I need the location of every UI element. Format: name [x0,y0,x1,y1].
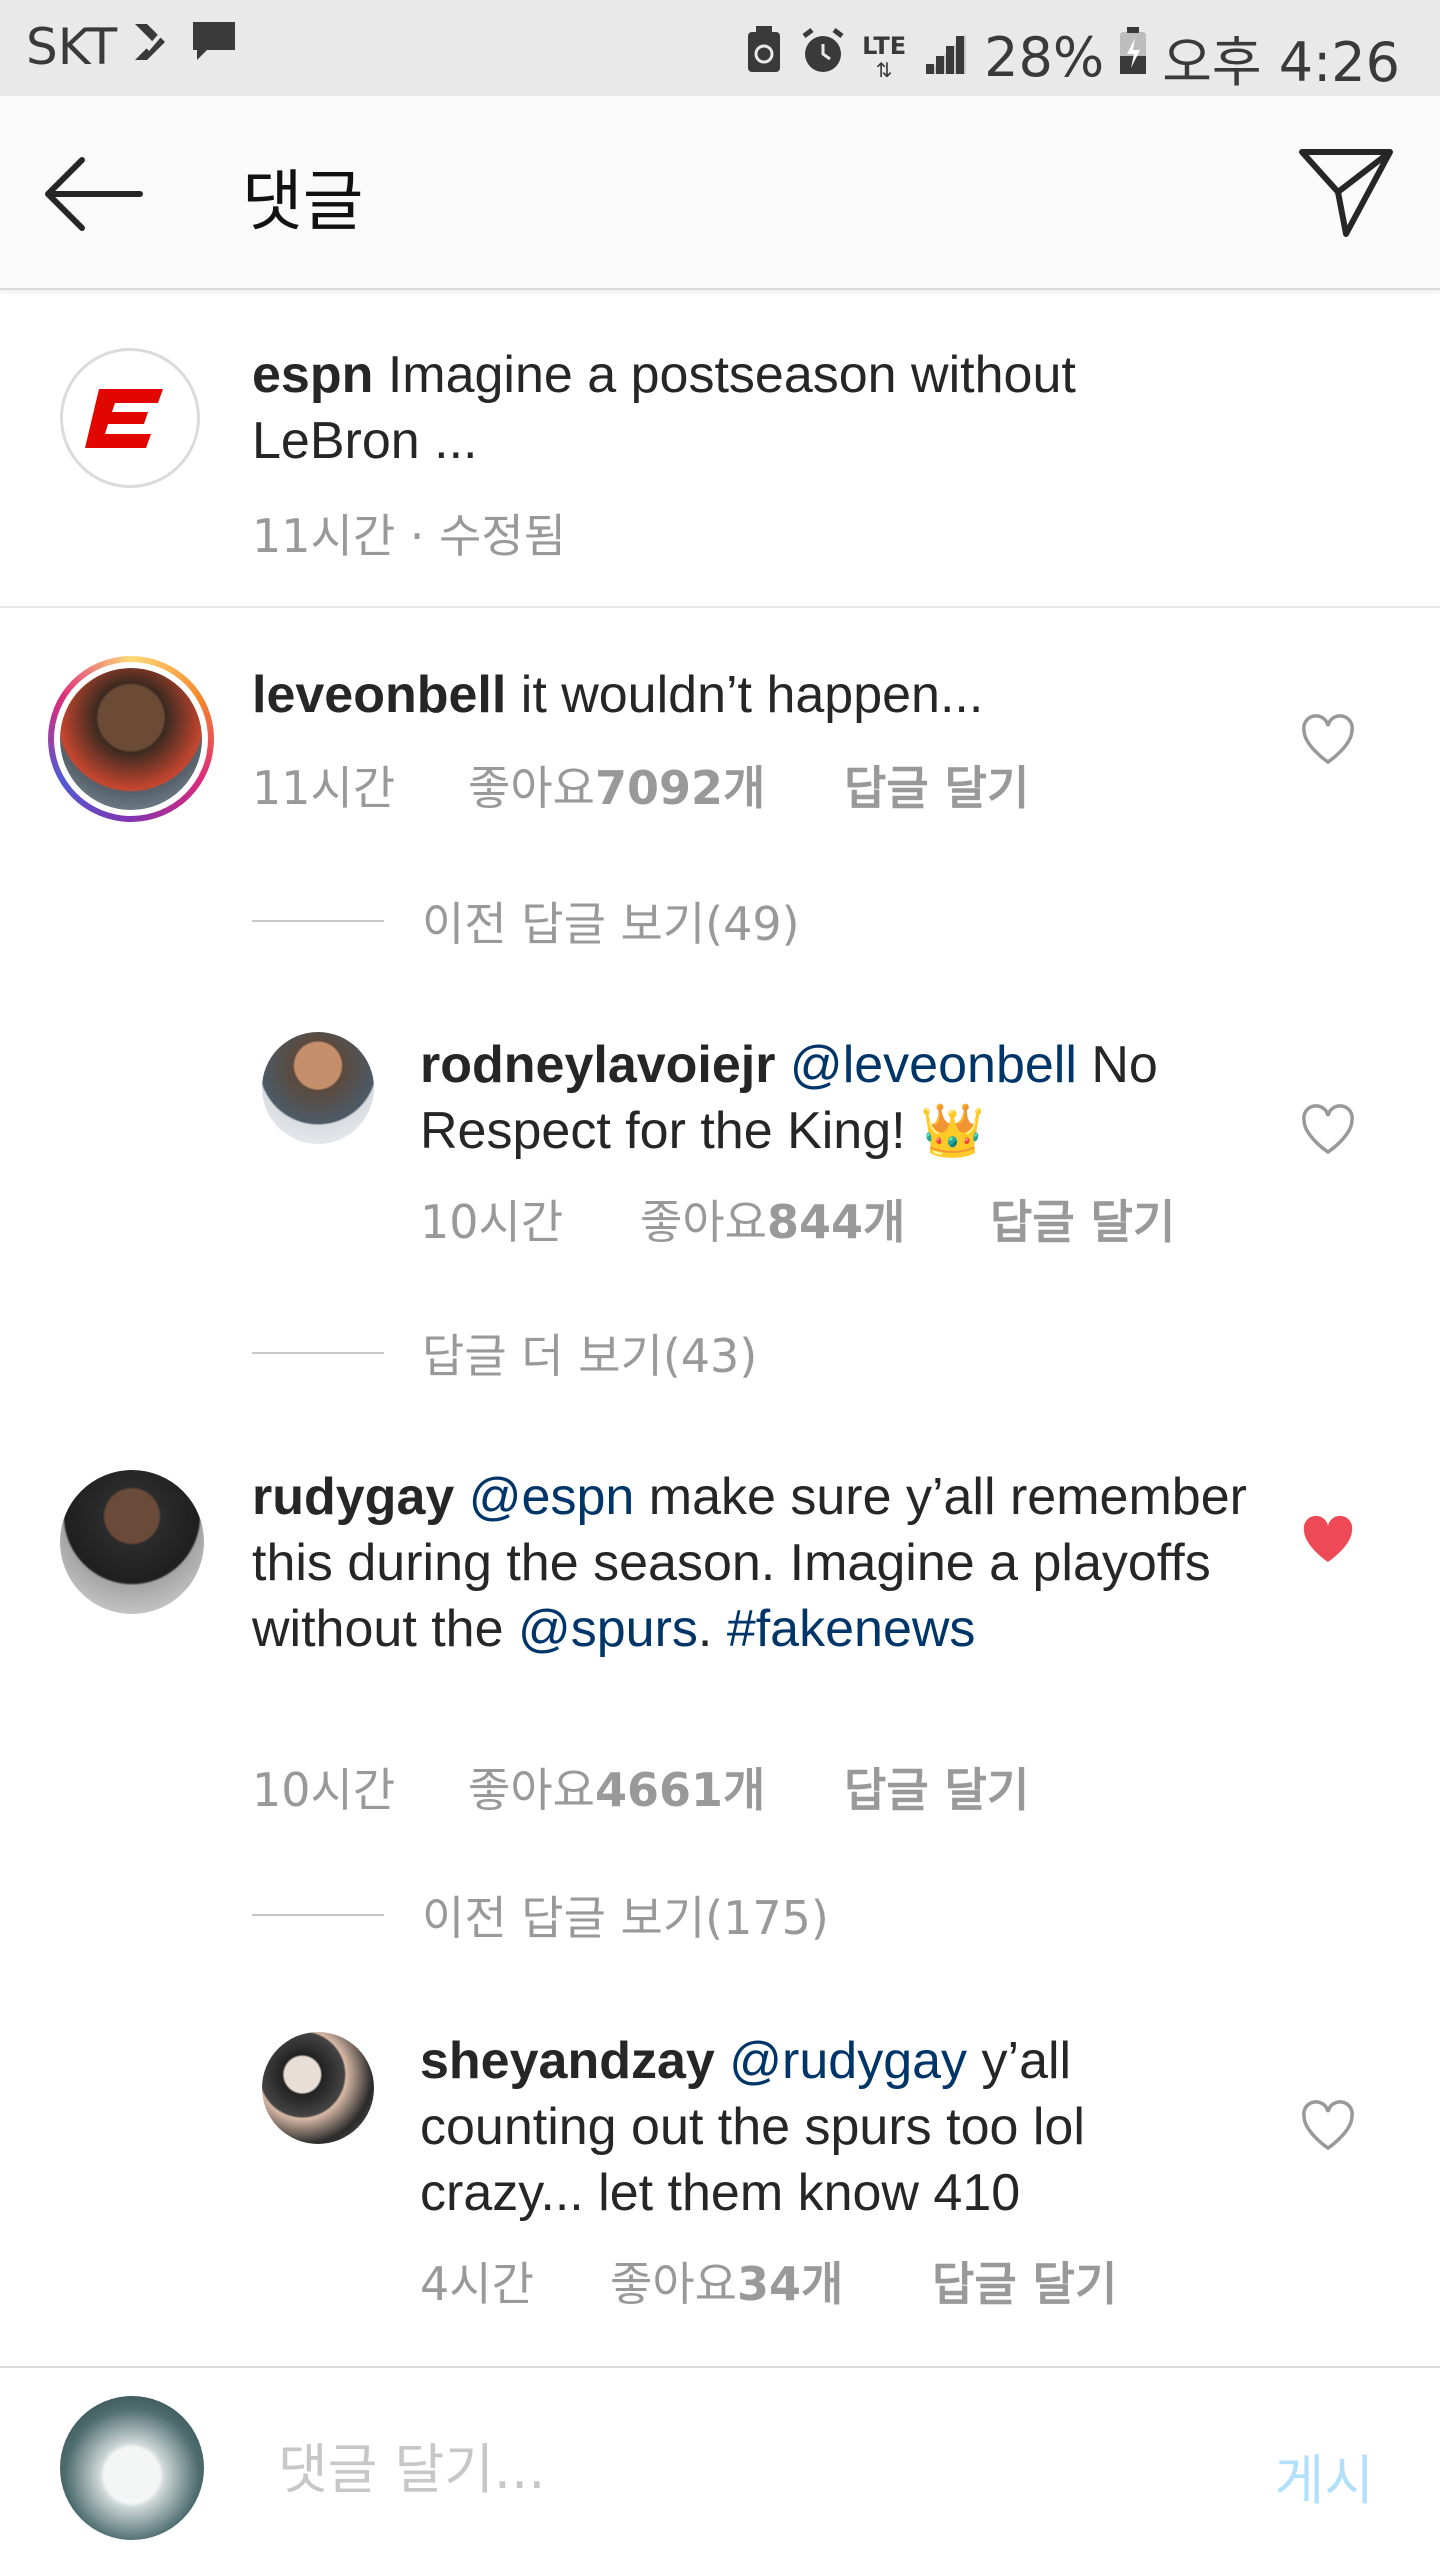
lte-icon: LTE ⇅ [862,31,907,82]
signal-icon [920,26,970,89]
check-notification-icon [131,18,175,76]
like-count[interactable]: 좋아요 844개 [640,1186,990,1252]
caption: espn Imagine a postseason without LeBron… [0,290,1440,606]
back-arrow-icon [45,157,143,231]
my-avatar [60,2396,204,2540]
post-button[interactable]: 게시 [1275,2436,1374,2515]
espn-logo-icon [85,389,163,448]
comment-body: it wouldn’t happen... [520,666,984,724]
reply: sheyandzay @rudygay y’all counting out t… [0,2014,1440,2314]
back-button[interactable] [44,154,144,234]
carrier-label: SKT [26,18,118,76]
mention-link[interactable]: @leveonbell [790,1036,1077,1094]
like-count[interactable]: 좋아요 7092개 [468,752,844,818]
comment-time: 4시간 [420,2257,534,2311]
caption-text: espn Imagine a postseason without LeBron… [252,342,1252,474]
view-previous-replies[interactable]: 이전 답글 보기(49) [252,888,800,954]
comment-text: rudygay @espn make sure y’all remember t… [252,1468,1247,1658]
clock: 오후 4:26 [1162,31,1400,94]
recycle-icon [744,26,784,89]
comment-username[interactable]: leveonbell [252,666,506,724]
status-bar: SKT LTE ⇅ 28% 오후 4:26 [0,0,1440,96]
reply-meta: 4시간 좋아요 34개 답글 달기 [420,2248,1117,2314]
comment-time: 11시간 [252,761,396,815]
divider [0,606,1440,608]
comment-meta: 10시간 좋아요 4661개 답글 달기 [252,1754,1029,1820]
comment: leveonbell it wouldn’t happen... 11시간 좋아… [0,640,1440,840]
caption-username[interactable]: espn [252,346,373,404]
comment-composer: 게시 [0,2366,1440,2562]
heart-liked-icon[interactable] [1300,1514,1356,1566]
reply-button[interactable]: 답글 달기 [990,1186,1175,1252]
espn-avatar[interactable] [60,348,200,488]
like-count[interactable]: 좋아요 34개 [610,2248,932,2314]
reply-meta: 10시간 좋아요 844개 답글 달기 [420,1186,1175,1252]
rudygay-avatar[interactable] [60,1470,204,1614]
reply-username[interactable]: rodneylavoiejr [420,1036,775,1094]
battery-charging-icon [1118,26,1148,89]
reply-text: sheyandzay @rudygay y’all counting out t… [420,2028,1220,2226]
comment-input[interactable] [276,2428,1180,2510]
hashtag-link[interactable]: #fakenews [727,1600,976,1658]
comment: rudygay @espn make sure y’all remember t… [0,1460,1440,1817]
heart-icon[interactable] [1300,714,1356,766]
comment-time: 10시간 [420,1195,564,1249]
leveonbell-avatar[interactable] [48,656,214,822]
share-button[interactable] [1296,142,1396,242]
mention-link[interactable]: @espn [469,1468,635,1526]
reply-text: rodneylavoiejr @leveonbell No Respect fo… [420,1032,1220,1164]
like-count[interactable]: 좋아요 4661개 [468,1754,844,1820]
comment-username[interactable]: rudygay [252,1468,454,1526]
heart-icon[interactable] [1300,1104,1356,1156]
reply-username[interactable]: sheyandzay [420,2032,715,2090]
caption-meta: 11시간 · 수정됨 [252,509,566,563]
comment-meta: 11시간 좋아요 7092개 답글 달기 [252,752,1029,818]
battery-percent: 28% [984,26,1105,89]
send-icon [1299,149,1393,237]
reply-button[interactable]: 답글 달기 [932,2248,1117,2314]
page-title: 댓글 [242,163,364,240]
sheyandzay-avatar[interactable] [262,2032,374,2144]
view-previous-replies[interactable]: 이전 답글 보기(175) [252,1882,829,1948]
alarm-icon [798,26,848,89]
caption-body: Imagine a postseason without LeBron ... [252,346,1076,470]
view-more-replies[interactable]: 답글 더 보기(43) [252,1320,757,1386]
mention-link-spurs[interactable]: @spurs [518,1600,698,1658]
rodneylavoiejr-avatar[interactable] [262,1032,374,1144]
heart-icon[interactable] [1300,2100,1356,2152]
app-bar: 댓글 [0,96,1440,290]
comment-time: 10시간 [252,1763,396,1817]
message-notification-icon [189,18,239,76]
comment-text: leveonbell it wouldn’t happen... [252,662,1252,728]
reply-button[interactable]: 답글 달기 [844,1754,1029,1820]
reply-button[interactable]: 답글 달기 [844,752,1029,818]
reply: rodneylavoiejr @leveonbell No Respect fo… [0,1020,1440,1270]
mention-link[interactable]: @rudygay [729,2032,967,2090]
